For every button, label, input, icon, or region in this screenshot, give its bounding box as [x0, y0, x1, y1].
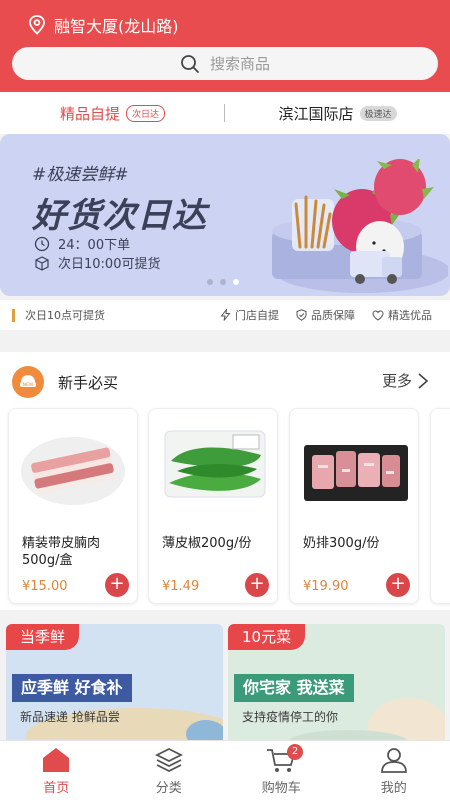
svg-text:NEW: NEW: [23, 382, 34, 388]
banner-pickup-time: 次日10:00可提货: [34, 253, 160, 272]
product-card-peek[interactable]: [430, 408, 450, 604]
product-card[interactable]: 奶排300g/份 ¥19.90 +: [289, 408, 419, 604]
new-user-section: NEW 新手必买 更多 精装带皮腩肉500g/盒 ¥15.00 + 薄皮椒200…: [0, 352, 450, 610]
pork-belly-image: [21, 437, 125, 505]
short-ribs-image: [304, 445, 408, 501]
tab-profile[interactable]: 我的: [338, 741, 450, 800]
product-card[interactable]: 精装带皮腩肉500g/盒 ¥15.00 +: [8, 408, 138, 604]
pagination-dot-active[interactable]: [233, 279, 239, 285]
lightning-icon: [220, 309, 231, 321]
store-switcher: 精品自提 次日达 滨江国际店 极速达: [0, 92, 450, 134]
accent-bar: [12, 308, 15, 322]
tab-label: 分类: [155, 781, 182, 796]
feature-label: 门店自提: [235, 309, 279, 322]
promo-ten-yuan[interactable]: 10元菜 你宅家 我送菜 支持疫情停工的你: [228, 624, 445, 744]
tab-cart[interactable]: 2 购物车: [225, 741, 338, 800]
product-name: 奶排300g/份: [303, 536, 380, 551]
product-price: ¥19.90: [303, 579, 349, 594]
banner-title: 好货次日达: [32, 196, 207, 236]
feature-selected: 精选优品: [372, 307, 432, 323]
tab-home[interactable]: 首页: [0, 741, 113, 800]
tab-label: 购物车: [261, 781, 301, 796]
product-price: ¥1.49: [162, 579, 200, 594]
product-name: 精装带皮腩肉500g/盒: [22, 536, 101, 568]
pagination-dot[interactable]: [220, 279, 226, 285]
box-icon: [35, 255, 49, 271]
store-name: 滨江国际店: [278, 104, 354, 123]
more-link[interactable]: 更多: [382, 370, 430, 391]
more-label: 更多: [381, 372, 412, 390]
banner-order-time: 24：00下单: [34, 234, 130, 253]
promo-headline: 你宅家 我送菜: [234, 674, 354, 702]
chevron-right-icon: [418, 372, 429, 389]
feature-label: 品质保障: [311, 309, 355, 322]
clock-icon: [34, 236, 50, 251]
section-header: NEW 新手必买: [12, 366, 118, 398]
fresh-produce-illustration: [272, 159, 448, 293]
section-title: 新手必买: [58, 373, 119, 392]
tab-category[interactable]: 分类: [113, 741, 226, 800]
tab-label: 首页: [43, 781, 70, 796]
banner-line-2: 次日10:00可提货: [58, 257, 161, 272]
home-icon: [43, 748, 70, 772]
add-to-cart-button[interactable]: +: [105, 573, 129, 597]
banner-line-1: 24：00下单: [58, 238, 131, 253]
shield-check-icon: [296, 309, 307, 321]
gift-icon: NEW: [12, 366, 44, 398]
feature-quality: 品质保障: [296, 307, 355, 323]
store-name: 精品自提: [59, 104, 120, 123]
feature-label: 精选优品: [388, 309, 432, 322]
promo-seasonal[interactable]: 当季鲜 应季鲜 好食补 新品速递 抢鲜品尝: [6, 624, 223, 744]
location-selector[interactable]: 融智大厦(龙山路): [28, 13, 179, 37]
banner-subtitle: #极速尝鲜#: [32, 165, 129, 185]
header: 融智大厦(龙山路) 搜索商品: [0, 0, 450, 92]
tab-label: 我的: [380, 781, 407, 796]
store-tag: 次日达: [126, 104, 166, 122]
green-pepper-image: [164, 430, 266, 498]
search-placeholder: 搜索商品: [209, 55, 270, 73]
promo-tag: 当季鲜: [6, 624, 80, 650]
promo-banner[interactable]: #极速尝鲜# 好货次日达 24：00下单 次日10:00可提货: [0, 134, 450, 296]
product-price: ¥15.00: [22, 579, 68, 594]
store-divider: [224, 104, 225, 122]
cart-count-badge: 2: [287, 744, 303, 760]
store-tag: 极速达: [359, 105, 397, 121]
add-to-cart-button[interactable]: +: [386, 573, 410, 597]
banner-pagination: [207, 279, 246, 285]
heart-icon: [372, 309, 384, 321]
pickup-notice: 次日10点可提货: [12, 307, 105, 323]
search-input[interactable]: 搜索商品: [12, 47, 438, 80]
pickup-notice-text: 次日10点可提货: [25, 309, 105, 322]
service-features: 次日10点可提货 门店自提 品质保障 精选优品: [0, 300, 450, 330]
layers-icon: [154, 747, 183, 773]
store-tab-binjiang[interactable]: 滨江国际店 极速达: [225, 103, 450, 124]
location-label: 融智大厦(龙山路): [54, 17, 179, 36]
product-card[interactable]: 薄皮椒200g/份 ¥1.49 +: [148, 408, 278, 604]
promo-tag: 10元菜: [228, 624, 306, 650]
user-icon: [380, 748, 407, 773]
search-icon: [181, 54, 199, 73]
feature-store-pickup: 门店自提: [220, 307, 279, 323]
location-pin-icon: [29, 15, 45, 35]
promo-subtext: 新品速递 抢鲜品尝: [20, 710, 120, 724]
add-to-cart-button[interactable]: +: [245, 573, 269, 597]
pagination-dot[interactable]: [207, 279, 213, 285]
product-name: 薄皮椒200g/份: [162, 536, 252, 551]
bottom-tab-bar: 首页 分类 2 购物车 我的: [0, 740, 450, 800]
promo-headline: 应季鲜 好食补: [12, 674, 132, 702]
store-tab-pickup[interactable]: 精品自提 次日达: [0, 103, 225, 124]
promo-subtext: 支持疫情停工的你: [242, 710, 339, 724]
